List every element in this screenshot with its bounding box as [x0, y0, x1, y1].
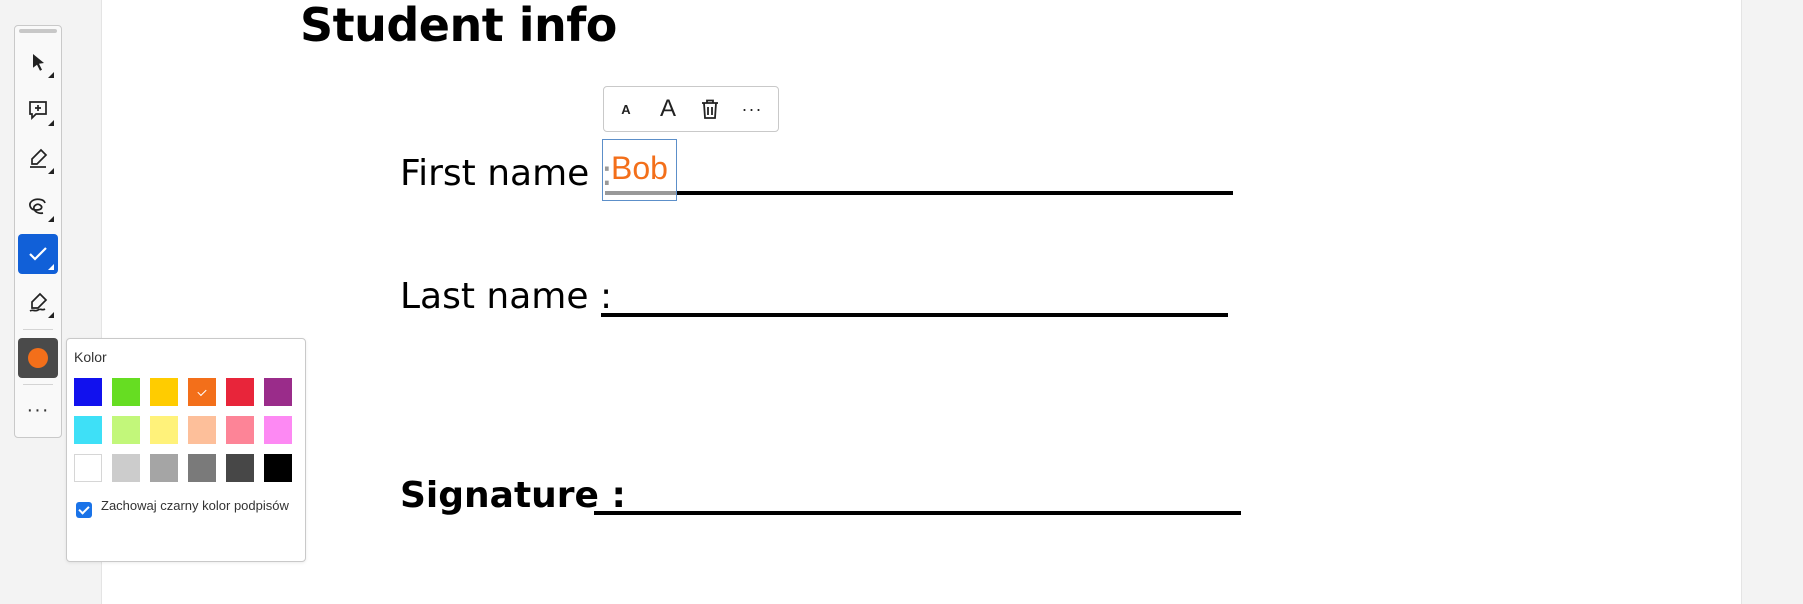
- checkmark-icon: [29, 247, 47, 261]
- annotation-toolbar: A A ···: [603, 86, 779, 132]
- color-swatch[interactable]: [226, 416, 254, 444]
- last-name-label: Last name :: [400, 276, 613, 317]
- highlight-tool-button[interactable]: [18, 138, 58, 178]
- signature-tool-button[interactable]: [18, 282, 58, 322]
- trash-icon: [702, 99, 718, 119]
- color-swatch[interactable]: [264, 416, 292, 444]
- color-swatch[interactable]: [188, 416, 216, 444]
- increase-font-button[interactable]: A: [648, 89, 688, 129]
- decrease-font-button[interactable]: A: [606, 89, 646, 129]
- color-swatch[interactable]: [226, 454, 254, 482]
- keep-black-signature-label[interactable]: Zachowaj czarny kolor podpisów: [101, 498, 291, 513]
- toolbar-grip[interactable]: [19, 29, 57, 33]
- freehand-loop-icon: [29, 198, 46, 215]
- highlighter-icon: [30, 148, 48, 168]
- color-swatch[interactable]: [226, 378, 254, 406]
- first-name-line[interactable]: [605, 191, 1233, 195]
- current-color-dot: [28, 348, 48, 368]
- color-swatch[interactable]: [188, 454, 216, 482]
- toolbar-more-button[interactable]: ···: [18, 390, 58, 430]
- color-tool-button[interactable]: [18, 338, 58, 378]
- freehand-tool-button[interactable]: [18, 186, 58, 226]
- color-swatch[interactable]: [74, 378, 102, 406]
- delete-annotation-button[interactable]: [690, 89, 730, 129]
- color-swatch[interactable]: [264, 378, 292, 406]
- document-page: Student info First name : Last name : Si…: [101, 0, 1742, 604]
- color-swatch[interactable]: [188, 378, 216, 406]
- text-annotation[interactable]: Bob: [602, 139, 677, 201]
- annotation-more-button[interactable]: ···: [732, 89, 772, 129]
- pen-sign-icon: [29, 292, 48, 312]
- signature-line[interactable]: [594, 511, 1241, 515]
- color-swatch[interactable]: [264, 454, 292, 482]
- color-picker-title: Kolor: [74, 349, 107, 365]
- color-swatch[interactable]: [112, 416, 140, 444]
- first-name-label: First name :: [400, 153, 613, 194]
- color-picker-popup: Kolor Zachowaj czarny kolor podpisów: [66, 338, 306, 562]
- cursor-arrow-icon: [33, 54, 44, 71]
- comment-tool-button[interactable]: [18, 90, 58, 130]
- last-name-line[interactable]: [601, 313, 1228, 317]
- checkmark-tool-button[interactable]: [18, 234, 58, 274]
- color-swatch[interactable]: [74, 416, 102, 444]
- color-swatch[interactable]: [74, 454, 102, 482]
- color-swatch[interactable]: [112, 378, 140, 406]
- color-swatch[interactable]: [150, 454, 178, 482]
- keep-black-signature-checkbox[interactable]: [76, 502, 92, 518]
- document-title: Student info: [300, 0, 617, 52]
- color-swatch[interactable]: [112, 454, 140, 482]
- color-swatch[interactable]: [150, 416, 178, 444]
- color-swatch[interactable]: [150, 378, 178, 406]
- signature-label: Signature :: [400, 475, 626, 516]
- select-tool-button[interactable]: [18, 42, 58, 82]
- annotation-tools-toolbar: ···: [14, 25, 62, 438]
- comment-add-icon: [29, 101, 47, 121]
